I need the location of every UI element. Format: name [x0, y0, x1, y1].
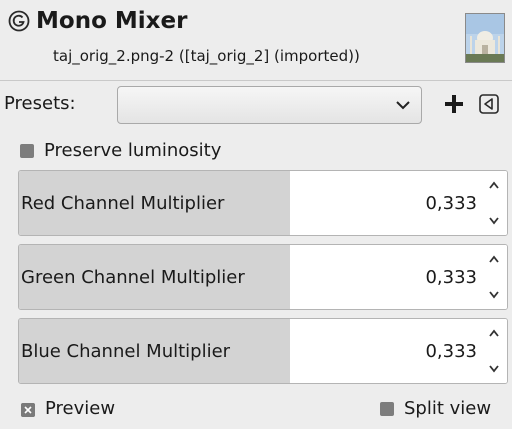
green-channel-multiplier-spinscale[interactable]: Green Channel Multiplier 0,333: [18, 244, 508, 310]
dialog-title: Mono Mixer: [36, 8, 188, 34]
presets-combobox[interactable]: [117, 86, 422, 124]
gimp-wilber-icon: [8, 10, 30, 32]
preserve-luminosity-label: Preserve luminosity: [44, 140, 222, 161]
preserve-luminosity-box: [20, 144, 34, 158]
chevron-down-icon[interactable]: [487, 361, 501, 375]
green-channel-value: 0,333: [425, 267, 477, 288]
red-channel-value: 0,333: [425, 193, 477, 214]
blue-channel-value: 0,333: [425, 341, 477, 362]
chevron-down-icon: [396, 101, 410, 110]
split-view-label: Split view: [404, 398, 492, 419]
chevron-down-icon[interactable]: [487, 213, 501, 227]
presets-menu-button[interactable]: [478, 93, 500, 115]
red-channel-stepper: [481, 171, 507, 235]
add-preset-button[interactable]: [440, 89, 468, 119]
checkbox-checked-icon: [21, 403, 35, 417]
chevron-up-icon[interactable]: [487, 253, 501, 267]
blue-channel-stepper: [481, 319, 507, 383]
image-subtitle: taj_orig_2.png-2 ([taj_orig_2] (imported…: [53, 47, 360, 65]
green-channel-stepper: [481, 245, 507, 309]
dialog-header: Mono Mixer taj_orig_2.png-2 ([taj_orig_2…: [0, 0, 512, 83]
presets-label: Presets:: [4, 93, 76, 114]
preview-label: Preview: [45, 398, 116, 419]
blue-channel-multiplier-spinscale[interactable]: Blue Channel Multiplier 0,333: [18, 318, 508, 384]
red-channel-label: Red Channel Multiplier: [21, 193, 225, 214]
red-channel-multiplier-spinscale[interactable]: Red Channel Multiplier 0,333: [18, 170, 508, 236]
split-view-box: [380, 402, 394, 416]
image-thumbnail: [465, 13, 505, 63]
green-channel-label: Green Channel Multiplier: [21, 267, 245, 288]
chevron-up-icon[interactable]: [487, 327, 501, 341]
header-separator: [0, 80, 512, 81]
chevron-down-icon[interactable]: [487, 287, 501, 301]
chevron-up-icon[interactable]: [487, 179, 501, 193]
blue-channel-label: Blue Channel Multiplier: [21, 341, 231, 362]
